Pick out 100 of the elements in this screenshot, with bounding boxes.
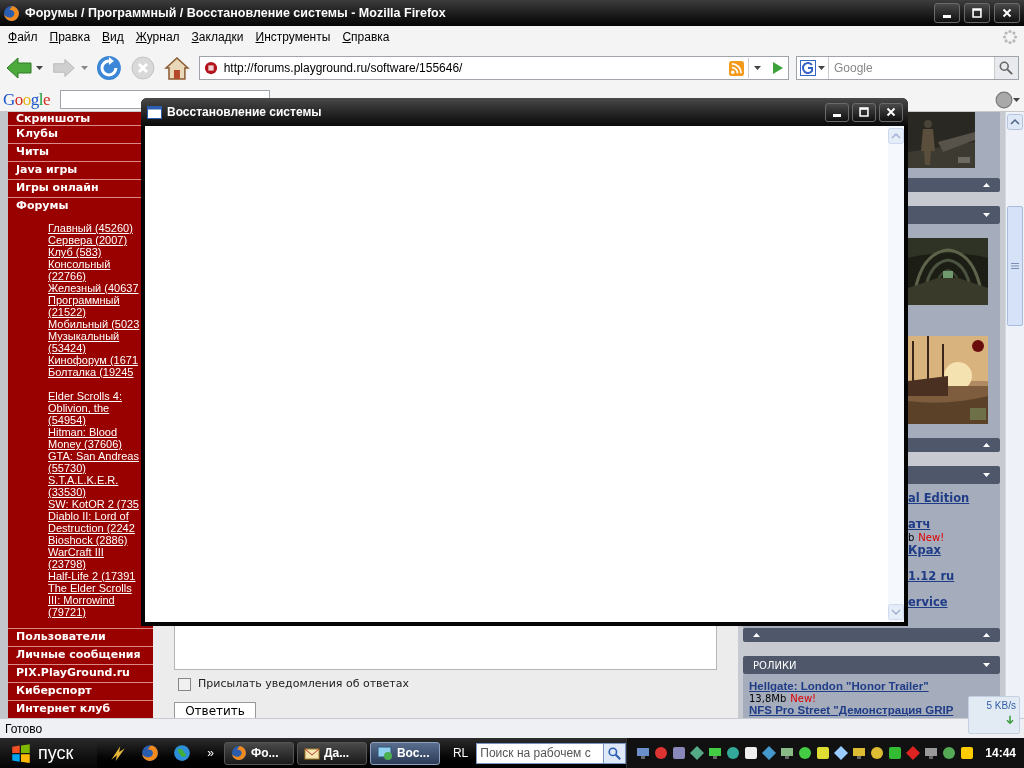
collapse-arrow-icon[interactable] (753, 633, 760, 637)
forum-link[interactable]: Музыкальный (53424) (48, 330, 141, 354)
new-label: New! (918, 531, 945, 545)
caret-icon (36, 66, 43, 70)
search-button[interactable] (994, 57, 1018, 79)
square-icon[interactable] (815, 745, 832, 761)
square-icon[interactable] (743, 745, 760, 761)
forum-link[interactable]: Hitman: Blood Money (37606) (48, 426, 141, 450)
reload-icon[interactable] (96, 55, 122, 81)
collapse-arrow-icon[interactable] (983, 633, 990, 637)
forum-link[interactable]: GTA: San Andreas (55730) (48, 450, 141, 474)
menu-item[interactable]: Вид (96, 28, 130, 46)
menu-item[interactable]: Журнал (129, 28, 186, 46)
scroll-thumb[interactable] (1007, 206, 1023, 326)
forum-link[interactable]: Сервера (2007) (48, 234, 141, 246)
menu-item[interactable]: Инструменты (249, 28, 337, 46)
forum-link[interactable]: The Elder Scrolls III: Morrowind (79721) (48, 582, 141, 618)
expand-arrow-icon[interactable] (983, 663, 990, 667)
monitor-icon[interactable] (635, 745, 652, 761)
diamond-icon[interactable] (761, 745, 778, 761)
news-link[interactable]: al Edition (908, 492, 970, 505)
circle-icon[interactable] (941, 745, 958, 761)
language-indicator[interactable]: RL (452, 744, 469, 762)
nav-item[interactable]: Форумы (8, 198, 153, 214)
search-input[interactable]: Google (829, 59, 994, 77)
menu-item[interactable]: Закладки (185, 28, 250, 46)
diamond-icon[interactable] (689, 745, 706, 761)
square-icon[interactable] (887, 745, 904, 761)
video-link[interactable]: NFS Pro Street "Демонстрация GRIP (749, 704, 954, 716)
circle-icon[interactable] (797, 745, 814, 761)
forum-link[interactable]: Главный (45260) (48, 222, 141, 234)
task-button[interactable]: Вос... (369, 741, 440, 765)
forum-link[interactable]: Bioshock (2886) (48, 534, 141, 546)
collapse-arrow-icon[interactable] (983, 443, 990, 447)
menu-item[interactable]: Справка (336, 28, 396, 46)
task-button[interactable]: Да... (296, 741, 367, 765)
forum-link[interactable]: Elder Scrolls 4: Oblivion, the (54954) (48, 390, 141, 426)
minimize-button[interactable] (934, 3, 960, 23)
windows-flag-icon (10, 743, 32, 763)
search-engine-button[interactable] (797, 57, 829, 79)
forum-link[interactable]: WarCraft III (23798) (48, 546, 141, 570)
maximize-icon (857, 105, 871, 119)
expand-arrow-icon[interactable] (983, 213, 990, 217)
maximize-button[interactable] (852, 102, 876, 122)
forum-link[interactable]: Diablo II: Lord of Destruction (2242 (48, 510, 141, 534)
back-button[interactable] (5, 56, 43, 80)
close-button[interactable] (879, 102, 903, 122)
search-field[interactable]: Google (796, 56, 1019, 80)
globe-icon[interactable] (173, 744, 192, 762)
maximize-icon (970, 6, 984, 20)
window-title: Форумы / Программный / Восстановление системы - Mozilla Firefox (25, 4, 446, 22)
collapse-arrow-icon[interactable] (983, 183, 990, 187)
square-icon[interactable] (959, 745, 976, 761)
minimize-button[interactable] (825, 102, 849, 122)
forum-link[interactable]: Кинофорум (1671 (48, 354, 141, 366)
task-button[interactable]: Фо... (223, 741, 294, 765)
forum-link[interactable]: Программный (21522) (48, 294, 141, 318)
nav-item[interactable]: Личные сообщения (8, 646, 153, 664)
circle-icon[interactable] (725, 745, 742, 761)
notify-checkbox[interactable] (178, 677, 191, 691)
forum-link[interactable]: SW: KotOR 2 (735 (48, 498, 141, 510)
desktop-search-button[interactable] (603, 743, 626, 763)
address-text: http://forums.playground.ru/software/155646/ (223, 60, 463, 77)
monitor-icon[interactable] (851, 745, 868, 761)
desktop-search-input[interactable]: Поиск на рабочем с (477, 744, 604, 762)
forum-link[interactable]: Мобильный (5023 (48, 318, 141, 330)
desktop-search-field[interactable]: Поиск на рабочем с (476, 742, 627, 764)
expand-arrow-icon[interactable] (983, 473, 990, 477)
circle-icon[interactable] (869, 745, 886, 761)
news-link[interactable]: атч (908, 518, 931, 531)
nav-item[interactable]: Киберспорт (8, 682, 153, 700)
reply-button[interactable]: Ответить (174, 702, 256, 718)
circle-icon[interactable] (653, 745, 670, 761)
monitor-icon[interactable] (779, 745, 796, 761)
browser-icon[interactable] (141, 744, 160, 762)
scroll-up-icon[interactable] (1007, 114, 1023, 130)
forum-link[interactable]: Болталка (19245 (48, 366, 141, 378)
news-link[interactable]: ervice (908, 596, 948, 609)
square-icon[interactable] (671, 745, 688, 761)
forum-link[interactable]: Железный (40637 (48, 282, 141, 294)
address-field[interactable]: http://forums.playground.ru/software/155646/ (198, 56, 789, 80)
home-icon[interactable] (163, 55, 190, 81)
video-link[interactable]: Hellgate: London "Honor Trailer" (749, 680, 929, 692)
menu-item[interactable]: Файл (2, 28, 44, 46)
maximize-button[interactable] (964, 3, 990, 23)
nav-item[interactable]: PIX.PlayGround.ru (8, 664, 153, 682)
news-link[interactable]: 1.12 ru (908, 570, 955, 583)
menu-item[interactable]: Правка (43, 28, 97, 46)
news-link[interactable]: Крах (908, 544, 941, 557)
nav-item[interactable]: Пользователи (8, 628, 153, 646)
close-icon (884, 105, 898, 119)
forum-link[interactable]: S.T.A.L.K.E.R. (33530) (48, 474, 141, 498)
more-button[interactable]: » (207, 747, 214, 759)
forum-link[interactable]: Клуб (583) (48, 246, 141, 258)
monitor-icon[interactable] (923, 745, 940, 761)
diamond-icon[interactable] (833, 745, 850, 761)
forum-link[interactable]: Консольный (22766) (48, 258, 141, 282)
forum-link[interactable]: Half-Life 2 (17391 (48, 570, 141, 582)
close-button[interactable] (994, 3, 1020, 23)
monitor-icon[interactable] (707, 745, 724, 761)
